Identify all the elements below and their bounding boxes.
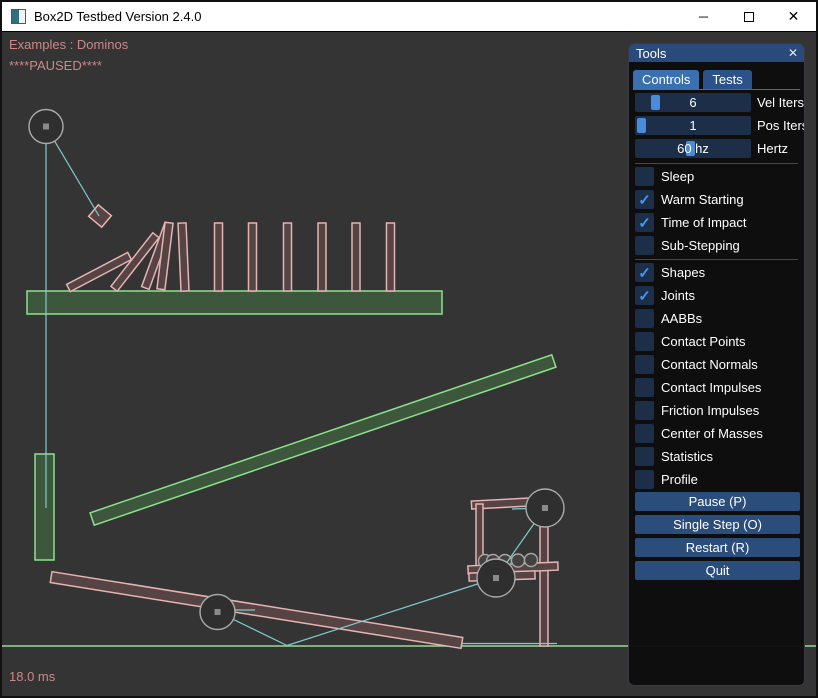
separator: [635, 163, 798, 164]
close-icon: ✕: [788, 8, 800, 25]
app-icon: [11, 9, 26, 24]
checkbox-contact-normals[interactable]: Contact Normals: [635, 355, 758, 374]
slider-label: Hertz: [757, 139, 788, 158]
checkbox-time-of-impact[interactable]: ✓ Time of Impact: [635, 213, 746, 232]
pause-button[interactable]: Pause (P): [635, 492, 800, 511]
anchor-point: [493, 575, 499, 581]
window-titlebar[interactable]: Box2D Testbed Version 2.4.0 ─ ✕: [2, 2, 816, 32]
checkbox-box[interactable]: [635, 355, 654, 374]
checkbox-box[interactable]: [635, 332, 654, 351]
checkbox-profile[interactable]: Profile: [635, 470, 698, 489]
checkbox-joints[interactable]: ✓ Joints: [635, 286, 695, 305]
main-content: Examples : Dominos ****PAUSED**** 18.0 m…: [2, 33, 816, 696]
checkbox-center-of-masses[interactable]: Center of Masses: [635, 424, 763, 443]
seesaw-plank[interactable]: [50, 572, 463, 649]
tools-panel-title: Tools: [636, 46, 666, 61]
minimize-icon: ─: [699, 9, 708, 24]
standing-domino[interactable]: [215, 223, 223, 291]
ball[interactable]: [512, 554, 525, 567]
checkbox-shapes[interactable]: ✓ Shapes: [635, 263, 705, 282]
close-button[interactable]: ✕: [771, 2, 816, 31]
frame-time: 18.0 ms: [9, 669, 55, 684]
standing-domino[interactable]: [284, 223, 292, 291]
checkbox-warm-starting[interactable]: ✓ Warm Starting: [635, 190, 744, 209]
single-step-button[interactable]: Single Step (O): [635, 515, 800, 534]
tab-underline: [633, 89, 800, 90]
checkbox-box[interactable]: ✓: [635, 213, 654, 232]
checkbox-box[interactable]: ✓: [635, 286, 654, 305]
checkbox-box[interactable]: [635, 236, 654, 255]
pendulum-box[interactable]: [89, 205, 112, 227]
ball[interactable]: [525, 554, 538, 567]
tabbar: Controls Tests: [633, 70, 800, 89]
checkbox-aabbs[interactable]: AABBs: [635, 309, 702, 328]
checkbox-box[interactable]: ✓: [635, 190, 654, 209]
slider-label: Vel Iters: [757, 93, 804, 112]
tools-panel-titlebar[interactable]: Tools ✕: [629, 44, 804, 62]
tab-controls[interactable]: Controls: [633, 70, 699, 89]
restart-button[interactable]: Restart (R): [635, 538, 800, 557]
vel-iters-slider[interactable]: 6 Vel Iters: [635, 93, 800, 112]
checkbox-box[interactable]: [635, 167, 654, 186]
checkbox-contact-impulses[interactable]: Contact Impulses: [635, 378, 761, 397]
checkbox-box[interactable]: ✓: [635, 263, 654, 282]
checkbox-box[interactable]: [635, 309, 654, 328]
checkbox-box[interactable]: [635, 401, 654, 420]
separator: [635, 259, 798, 260]
standing-domino[interactable]: [387, 223, 395, 291]
standing-domino[interactable]: [178, 223, 189, 291]
app-window: Box2D Testbed Version 2.4.0 ─ ✕: [0, 0, 818, 698]
slider-label: Pos Iters: [757, 116, 805, 135]
checkbox-box[interactable]: [635, 470, 654, 489]
minimize-button[interactable]: ─: [681, 2, 726, 31]
anchor-point: [215, 609, 221, 615]
standing-domino[interactable]: [249, 223, 257, 291]
paused-status: ****PAUSED****: [9, 58, 102, 73]
checkbox-friction-impulses[interactable]: Friction Impulses: [635, 401, 759, 420]
vertical-plank: [35, 454, 54, 560]
anchor-point: [542, 505, 548, 511]
tools-panel-close-icon[interactable]: ✕: [788, 46, 798, 60]
anchor-point: [43, 124, 49, 130]
maximize-button[interactable]: [726, 2, 771, 31]
tools-panel: Tools ✕ Controls Tests 6 Vel Iters 1: [628, 43, 805, 686]
checkbox-box[interactable]: [635, 447, 654, 466]
example-title: Examples : Dominos: [9, 37, 128, 52]
checkbox-sleep[interactable]: Sleep: [635, 167, 694, 186]
slider-track[interactable]: 6: [635, 93, 751, 112]
pos-iters-slider[interactable]: 1 Pos Iters: [635, 116, 800, 135]
checkbox-box[interactable]: [635, 378, 654, 397]
checkbox-box[interactable]: [635, 424, 654, 443]
domino-platform: [27, 291, 442, 314]
checkbox-sub-stepping[interactable]: Sub-Stepping: [635, 236, 740, 255]
hertz-slider[interactable]: 60 hz Hertz: [635, 139, 800, 158]
standing-domino[interactable]: [318, 223, 326, 291]
maximize-icon: [744, 12, 754, 22]
slider-track[interactable]: 1: [635, 116, 751, 135]
tab-tests[interactable]: Tests: [703, 70, 751, 89]
checkbox-statistics[interactable]: Statistics: [635, 447, 713, 466]
standing-domino[interactable]: [352, 223, 360, 291]
window-title: Box2D Testbed Version 2.4.0: [34, 9, 201, 24]
window-caption-buttons: ─ ✕: [681, 2, 816, 31]
checkbox-contact-points[interactable]: Contact Points: [635, 332, 746, 351]
quit-button[interactable]: Quit: [635, 561, 800, 580]
slider-track[interactable]: 60 hz: [635, 139, 751, 158]
